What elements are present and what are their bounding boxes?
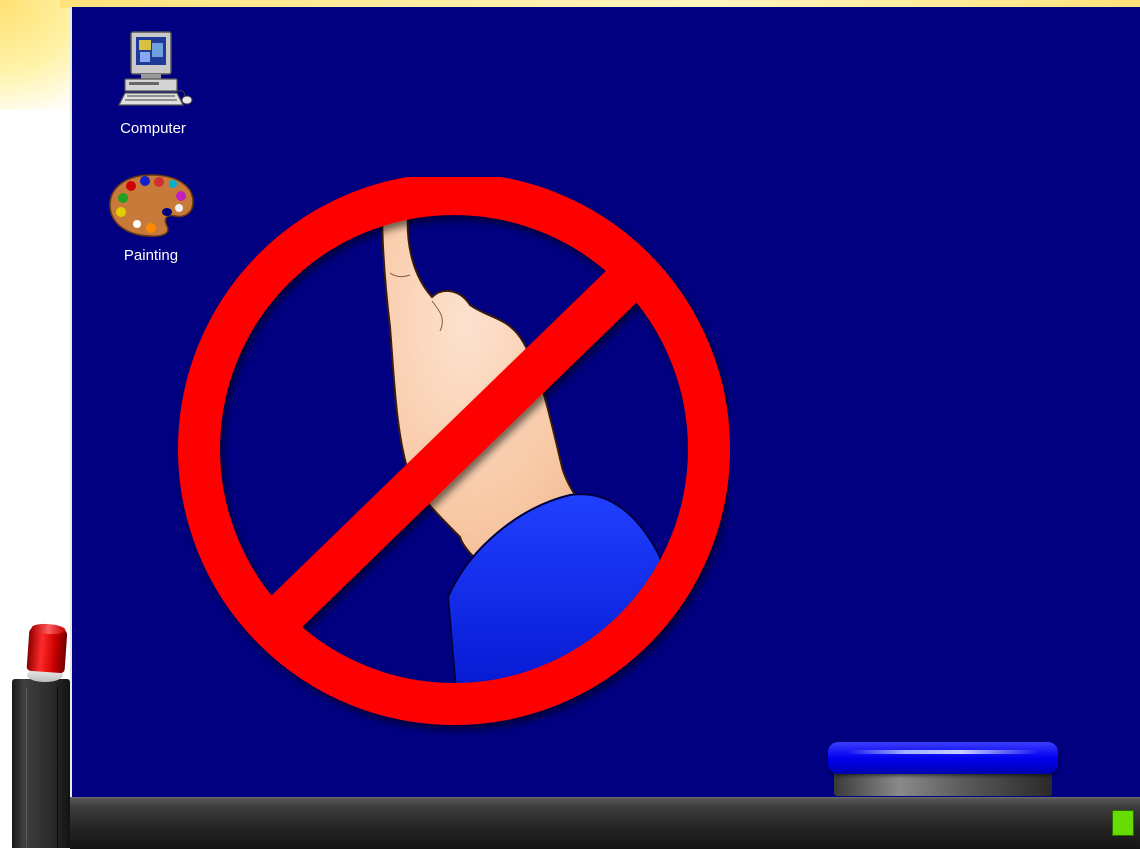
- desktop-icon-computer[interactable]: Computer: [105, 29, 201, 137]
- desktop[interactable]: Computer Painting: [70, 7, 1140, 797]
- desktop-icon-label: Computer: [120, 120, 186, 137]
- status-indicator[interactable]: [1112, 810, 1134, 836]
- computer-icon: [111, 29, 195, 116]
- no-touch-icon: [178, 177, 730, 725]
- button-top: [828, 742, 1058, 774]
- red-cap-button[interactable]: [26, 626, 68, 674]
- side-post-slot: [26, 687, 58, 847]
- side-post: [12, 679, 70, 848]
- taskbar: [70, 797, 1140, 849]
- blue-push-button[interactable]: [826, 740, 1062, 800]
- button-base: [834, 772, 1052, 796]
